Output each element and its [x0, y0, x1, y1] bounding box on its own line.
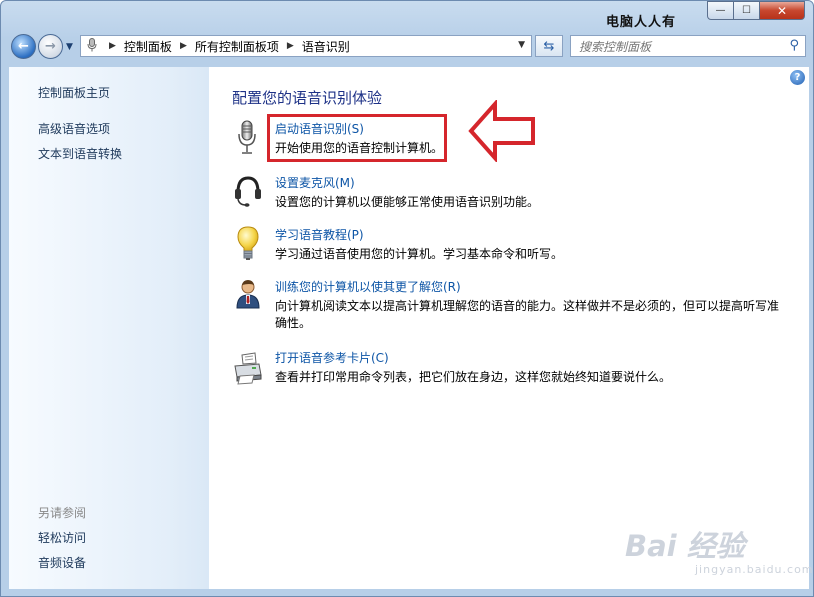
lightbulb-icon — [233, 226, 263, 262]
train-computer-link[interactable]: 训练您的计算机以使其更了解您(R) — [275, 278, 461, 295]
annotation-highlight-box — [267, 114, 447, 162]
sidebar-link-control-panel-home[interactable]: 控制面板主页 — [38, 84, 110, 101]
printer-icon — [233, 349, 263, 385]
caption-buttons: — ☐ ✕ — [707, 1, 805, 20]
sidebar: 控制面板主页 高级语音选项 文本到语音转换 另请参阅 轻松访问 音频设备 — [9, 67, 209, 589]
search-box[interactable]: ⚲ — [570, 35, 806, 57]
headset-icon — [233, 174, 263, 210]
sidebar-link-ease-of-access[interactable]: 轻松访问 — [38, 529, 86, 546]
main-content: ? 配置您的语音识别体验 启动语音识别(S) 开始使用您的语音控制计算机。 设置… — [209, 67, 809, 589]
search-icon[interactable]: ⚲ — [789, 38, 799, 53]
sidebar-link-audio-devices[interactable]: 音频设备 — [38, 554, 86, 571]
set-up-microphone-description: 设置您的计算机以便能够正常使用语音识别功能。 — [275, 195, 540, 209]
breadcrumb-speech-recognition[interactable]: 语音识别 — [302, 38, 350, 55]
see-also-header: 另请参阅 — [38, 506, 87, 520]
watermark: Bai 经验 jingyan.baidu.com — [625, 523, 814, 583]
watermark-logo: Bai 经验 — [625, 529, 745, 563]
navigation-bar: ← → ▼ ▶ 控制面板 ▶ 所有控制面板项 ▶ 语音识别 ▼ ⇆ ⚲ — [9, 33, 809, 61]
breadcrumb-separator-icon[interactable]: ▶ — [109, 41, 116, 51]
speech-reference-card-description: 查看并打印常用命令列表，把它们放在身边，这样您就始终知道要说什么。 — [275, 370, 672, 384]
speech-tutorial-link[interactable]: 学习语音教程(P) — [275, 226, 364, 243]
watermark-url: jingyan.baidu.com — [695, 563, 814, 576]
breadcrumb-all-items[interactable]: 所有控制面板项 — [195, 38, 279, 55]
sidebar-link-text-to-speech[interactable]: 文本到语音转换 — [38, 145, 122, 162]
speech-reference-card-link[interactable]: 打开语音参考卡片(C) — [275, 349, 389, 366]
minimize-button[interactable]: — — [707, 1, 734, 20]
speech-tutorial-description: 学习通过语音使用您的计算机。学习基本命令和听写。 — [275, 247, 564, 261]
refresh-button[interactable]: ⇆ — [535, 35, 563, 57]
breadcrumb-separator-icon[interactable]: ▶ — [287, 41, 294, 51]
annotation-arrow-icon — [468, 100, 535, 162]
microphone-icon — [87, 37, 101, 55]
user-icon — [233, 278, 263, 314]
address-bar[interactable]: ▶ 控制面板 ▶ 所有控制面板项 ▶ 语音识别 ▼ — [80, 35, 532, 57]
recent-pages-dropdown[interactable]: ▼ — [66, 42, 73, 52]
microphone-icon — [233, 120, 263, 156]
address-dropdown-icon[interactable]: ▼ — [518, 40, 525, 50]
window-title: 电脑人人有 — [606, 15, 677, 30]
search-input[interactable] — [577, 37, 781, 57]
set-up-microphone-link[interactable]: 设置麦克风(M) — [275, 174, 355, 191]
maximize-button[interactable]: ☐ — [734, 1, 760, 20]
forward-button[interactable]: → — [38, 34, 63, 59]
breadcrumb-control-panel[interactable]: 控制面板 — [124, 38, 172, 55]
breadcrumb-separator-icon[interactable]: ▶ — [180, 41, 187, 51]
back-button[interactable]: ← — [11, 34, 36, 59]
sidebar-link-advanced-speech-options[interactable]: 高级语音选项 — [38, 120, 110, 137]
train-computer-description: 向计算机阅读文本以提高计算机理解您的语音的能力。这样做并不是必须的，但可以提高听… — [275, 299, 780, 330]
window-frame: 电脑人人有 — ☐ ✕ ← → ▼ ▶ 控制面板 ▶ 所有控制面板项 ▶ 语音识… — [0, 0, 814, 597]
help-icon[interactable]: ? — [790, 70, 805, 85]
page-title: 配置您的语音识别体验 — [232, 89, 383, 107]
close-button[interactable]: ✕ — [760, 1, 805, 20]
